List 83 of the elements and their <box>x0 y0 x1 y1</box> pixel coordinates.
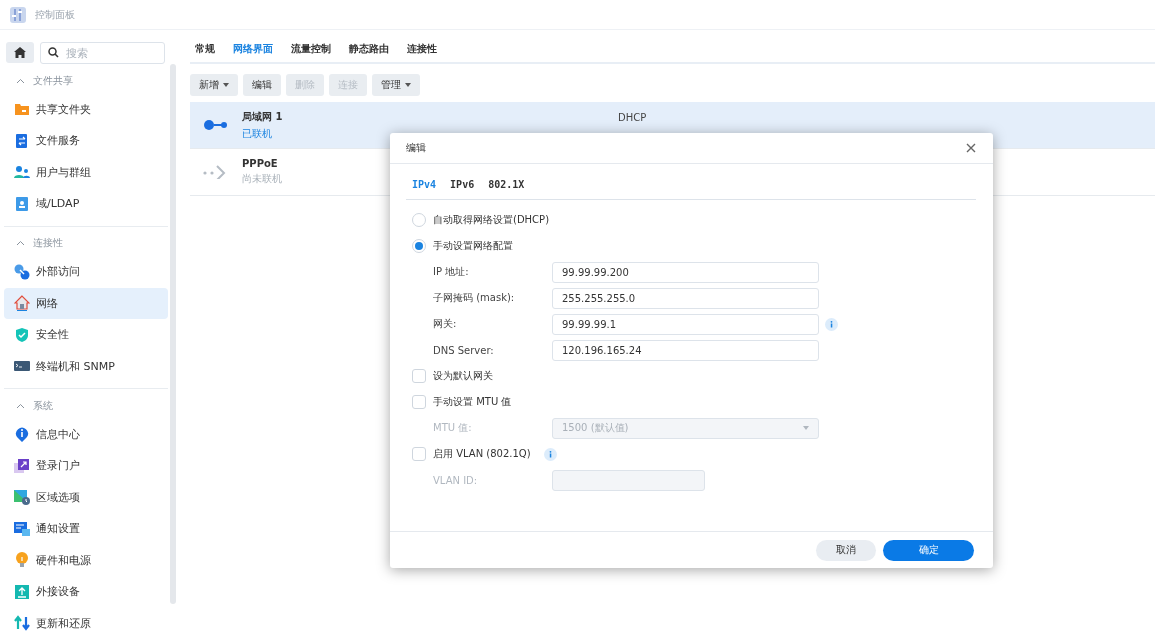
sidebar-item[interactable]: 外接设备 <box>4 576 168 608</box>
shield-icon <box>14 326 30 343</box>
chevron-icon <box>16 402 25 409</box>
radio-button[interactable] <box>412 213 426 227</box>
field-label: 子网掩码 (mask): <box>433 291 516 305</box>
input-field[interactable]: 99.99.99.1 <box>552 313 819 335</box>
interface-name: 局域网 1 <box>242 109 283 124</box>
field-label: 网关: <box>433 317 458 331</box>
field-label: VLAN ID: <box>433 474 479 486</box>
home-button[interactable] <box>6 42 34 63</box>
tab[interactable]: 静态路由 <box>349 42 389 56</box>
input-field[interactable]: 99.99.99.200 <box>552 261 819 283</box>
option-label: 自动取得网络设置(DHCP) <box>433 213 550 227</box>
caret-icon <box>803 426 809 430</box>
checkbox[interactable] <box>412 395 426 409</box>
app-icon <box>9 5 27 24</box>
chevron-icon <box>16 77 25 84</box>
caret-icon <box>223 83 229 87</box>
close-button[interactable] <box>965 142 977 154</box>
home-icon <box>14 47 26 58</box>
sidebar-item[interactable]: 区域选项 <box>4 481 168 514</box>
sidebar-item[interactable]: 安全性 <box>4 319 168 351</box>
sidebar-item[interactable]: 网络 <box>4 287 168 320</box>
sidebar-item[interactable]: 更新和还原 <box>4 607 168 639</box>
tab[interactable]: IPv4 <box>412 179 437 190</box>
sidebar-item[interactable]: 文件服务 <box>4 125 168 157</box>
option-label: 手动设置 MTU 值 <box>433 395 512 409</box>
tab[interactable]: 802.1X <box>488 179 525 190</box>
link-icon <box>14 263 30 280</box>
checkbox[interactable] <box>412 369 426 383</box>
option-label: 启用 VLAN (802.1Q) <box>433 447 531 461</box>
interface-status: 尚未联机 <box>242 172 282 186</box>
sidebar-item[interactable]: 登录门户 <box>4 450 168 482</box>
tab[interactable]: 网络界面 <box>233 42 273 56</box>
sidebar-item[interactable]: 终端机和 SNMP <box>4 350 168 383</box>
caret-icon <box>405 83 411 87</box>
search-icon <box>48 47 59 58</box>
sidebar-item[interactable]: 外部访问 <box>4 256 168 288</box>
window-title: 控制面板 <box>35 7 75 22</box>
tab[interactable]: IPv6 <box>450 179 475 190</box>
sidebar-item[interactable]: 信息中心 <box>4 418 168 451</box>
sidebar-item[interactable]: 通知设置 <box>4 513 168 545</box>
message-icon <box>14 520 30 537</box>
house-icon <box>14 295 30 312</box>
checkbox[interactable] <box>412 447 426 461</box>
interface-status: 已联机 <box>242 126 272 141</box>
contact-card-icon <box>14 195 30 212</box>
option-label: 设为默认网关 <box>433 369 493 383</box>
file-transfer-icon <box>14 132 30 149</box>
cancel-button[interactable]: 取消 <box>816 539 876 561</box>
table-cell: DHCP <box>618 112 647 123</box>
window-arrow-icon <box>14 457 30 474</box>
info-icon[interactable] <box>825 317 838 331</box>
field-label: IP 地址: <box>433 265 470 279</box>
sidebar-item[interactable]: 域/LDAP <box>4 188 168 220</box>
users-icon <box>14 164 30 181</box>
sidebar-item[interactable]: 硬件和电源 <box>4 544 168 577</box>
tab[interactable]: 连接性 <box>407 42 437 56</box>
refresh-arrows-icon <box>14 615 30 632</box>
input-field[interactable]: 120.196.165.24 <box>552 339 819 361</box>
sidebar-item[interactable]: 用户与群组 <box>4 156 168 189</box>
confirm-button[interactable]: 确定 <box>883 539 974 561</box>
input-field[interactable]: 255.255.255.0 <box>552 287 819 309</box>
upload-drive-icon <box>14 583 30 600</box>
toolbar-button[interactable]: 管理 <box>372 74 420 96</box>
tab[interactable]: 流量控制 <box>291 42 331 56</box>
tab[interactable]: 常规 <box>195 42 215 56</box>
radio-button[interactable] <box>412 239 426 253</box>
option-label: 手动设置网络配置 <box>433 239 513 253</box>
light-bulb-icon <box>14 552 30 569</box>
map-clock-icon <box>14 489 30 506</box>
search-field[interactable]: 搜索 <box>40 42 165 64</box>
sidebar-item[interactable]: 共享文件夹 <box>4 93 168 126</box>
field-label: MTU 值: <box>433 421 473 435</box>
chevron-icon <box>16 240 25 247</box>
toolbar-button[interactable]: 新增 <box>190 74 238 96</box>
info-icon[interactable] <box>543 447 557 461</box>
folder-icon <box>14 101 30 118</box>
field-label: DNS Server: <box>433 344 495 356</box>
scrollbar[interactable] <box>170 64 176 604</box>
interface-name: PPPoE <box>242 158 278 169</box>
toolbar-button[interactable]: 编辑 <box>243 74 281 96</box>
info-icon <box>14 426 30 443</box>
